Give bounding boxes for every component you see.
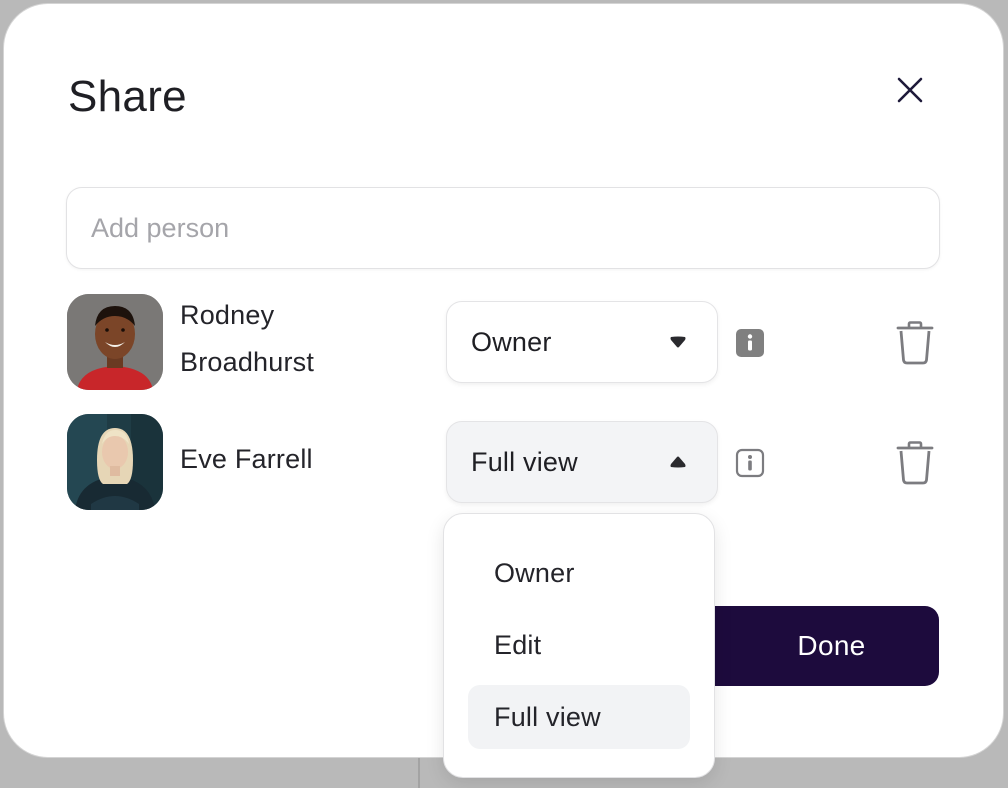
info-icon[interactable]: [735, 448, 765, 478]
role-select-value: Owner: [471, 326, 552, 357]
trash-icon[interactable]: [896, 441, 934, 485]
person-name: Rodney Broadhurst: [180, 300, 315, 377]
role-select-eve[interactable]: Full view: [446, 421, 718, 503]
info-icon[interactable]: [735, 328, 765, 358]
menu-item-edit[interactable]: Edit: [468, 613, 690, 677]
dialog-title: Share: [68, 72, 187, 121]
chevron-up-icon: [670, 456, 686, 468]
backdrop-divider: [418, 756, 420, 788]
add-person-input[interactable]: [66, 187, 940, 269]
menu-item-full-view[interactable]: Full view: [468, 685, 690, 749]
person-name: Eve Farrell: [180, 444, 313, 474]
chevron-down-icon: [670, 336, 686, 348]
trash-icon[interactable]: [896, 321, 934, 365]
role-select-value: Full view: [471, 446, 578, 477]
close-button[interactable]: [892, 72, 928, 108]
done-button[interactable]: Done: [700, 606, 939, 686]
role-dropdown-menu: Owner Edit Full view: [443, 513, 715, 778]
avatar: [67, 294, 163, 390]
avatar: [67, 414, 163, 510]
close-icon: [897, 77, 923, 103]
role-select-rodney[interactable]: Owner: [446, 301, 718, 383]
menu-item-owner[interactable]: Owner: [468, 541, 690, 605]
